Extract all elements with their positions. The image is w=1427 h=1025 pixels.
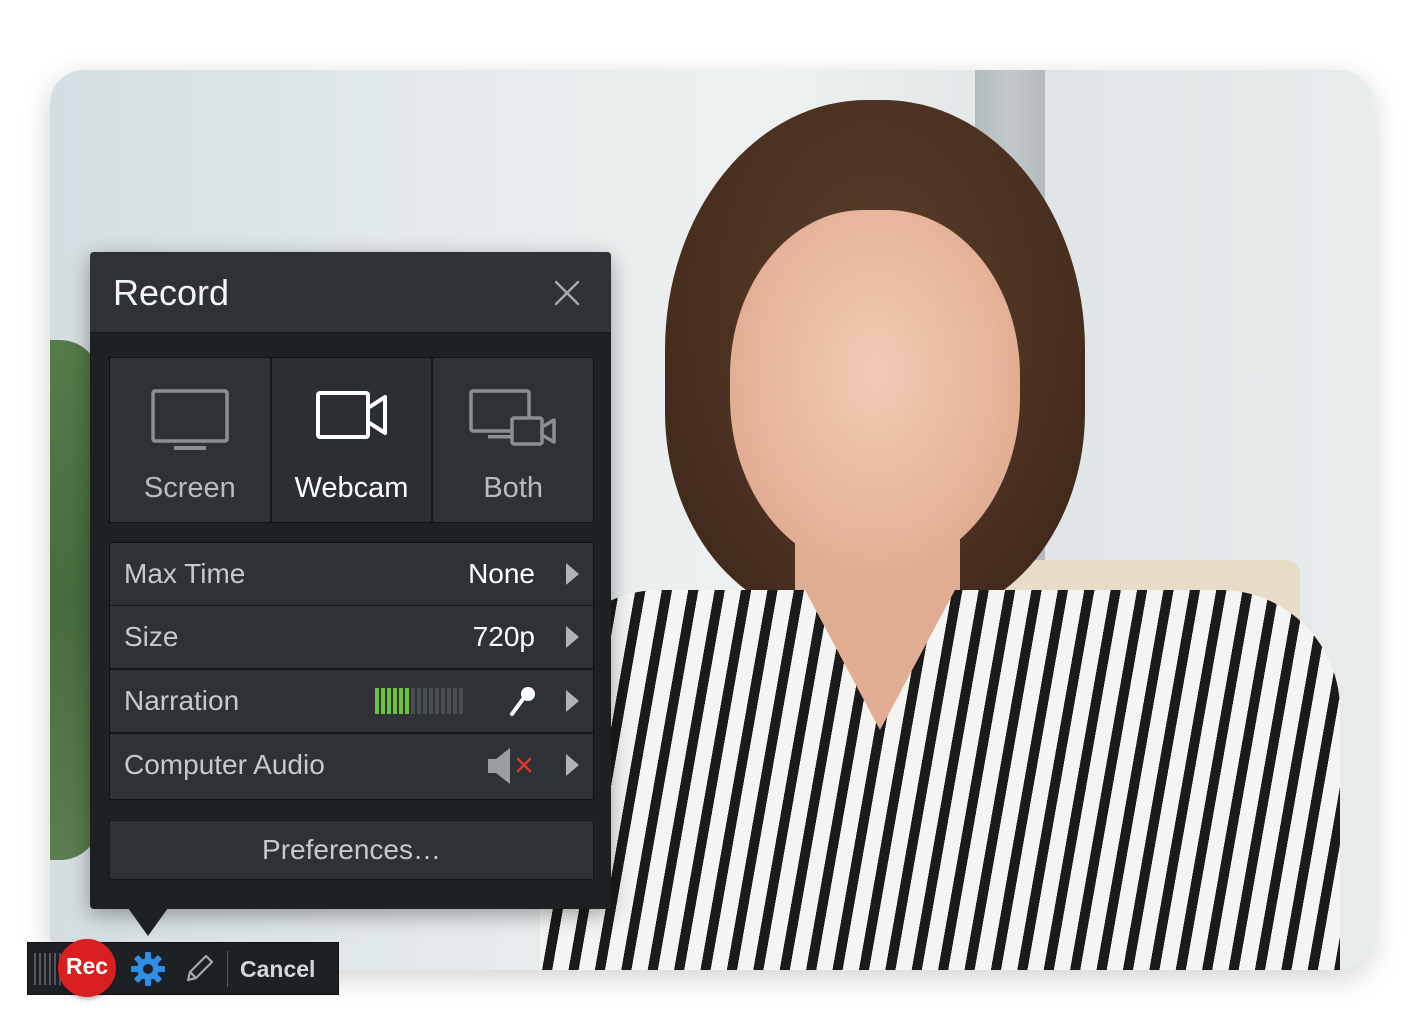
record-mode-group: Screen Webcam Both [109, 357, 594, 523]
narration-row[interactable]: Narration [110, 670, 593, 732]
max-time-label: Max Time [124, 558, 246, 589]
meter-segment [381, 688, 385, 714]
computer-audio-label: Computer Audio [124, 749, 325, 780]
close-button[interactable] [551, 277, 583, 309]
max-time-row[interactable]: Max Time None [110, 543, 593, 605]
panel-pointer [128, 908, 168, 936]
meter-segment [411, 688, 415, 714]
preferences-label: Preferences… [262, 834, 441, 865]
size-row[interactable]: Size 720p [110, 606, 593, 668]
meter-segment [429, 688, 433, 714]
meter-segment [441, 688, 445, 714]
audio-level-meter [375, 688, 463, 714]
mode-screen-button[interactable]: Screen [110, 358, 270, 522]
video-camera-icon [315, 391, 387, 439]
speaker-muted-icon [488, 748, 532, 784]
gear-icon[interactable] [130, 951, 166, 987]
mode-webcam-label: Webcam [294, 472, 409, 504]
preferences-button[interactable]: Preferences… [109, 820, 594, 880]
computer-audio-row[interactable]: Computer Audio [110, 734, 593, 799]
meter-segment [417, 688, 421, 714]
meter-segment [447, 688, 451, 714]
narration-label: Narration [124, 685, 240, 716]
meter-segment [399, 688, 403, 714]
meter-segment [393, 688, 397, 714]
pencil-icon[interactable] [182, 952, 216, 986]
chevron-right-icon [566, 626, 579, 648]
meter-segment [423, 688, 427, 714]
chevron-right-icon [566, 690, 579, 712]
mode-webcam-button[interactable]: Webcam [271, 358, 432, 522]
recording-toolbar: Rec Cancel [27, 939, 339, 997]
meter-segment [435, 688, 439, 714]
chevron-right-icon [566, 563, 579, 585]
mode-screen-label: Screen [143, 472, 236, 504]
microphone-icon [510, 687, 535, 716]
meter-segment [453, 688, 457, 714]
monitor-and-camera-icon [469, 389, 556, 446]
meter-segment [375, 688, 379, 714]
chevron-right-icon [566, 754, 579, 776]
panel-title: Record [113, 272, 230, 313]
person-face [730, 210, 1020, 570]
rec-button[interactable]: Rec [58, 939, 116, 997]
record-panel: Record Screen Webcam Both Max Time None … [90, 252, 611, 909]
meter-segment [459, 688, 463, 714]
mode-both-label: Both [483, 472, 544, 504]
size-value: 720p [472, 621, 535, 652]
toolbar-divider [227, 951, 228, 987]
monitor-icon [151, 389, 229, 450]
rec-label: Rec [65, 953, 109, 979]
cancel-button[interactable]: Cancel [240, 956, 315, 983]
meter-segment [405, 688, 409, 714]
person-shirt [540, 590, 1340, 970]
size-label: Size [124, 621, 179, 652]
mode-both-button[interactable]: Both [433, 358, 594, 522]
max-time-value: None [468, 558, 535, 589]
meter-segment [387, 688, 391, 714]
settings-list: Max Time None Size 720p Narration Comput… [109, 542, 594, 800]
record-panel-header: Record [90, 252, 611, 333]
close-icon [554, 280, 580, 306]
